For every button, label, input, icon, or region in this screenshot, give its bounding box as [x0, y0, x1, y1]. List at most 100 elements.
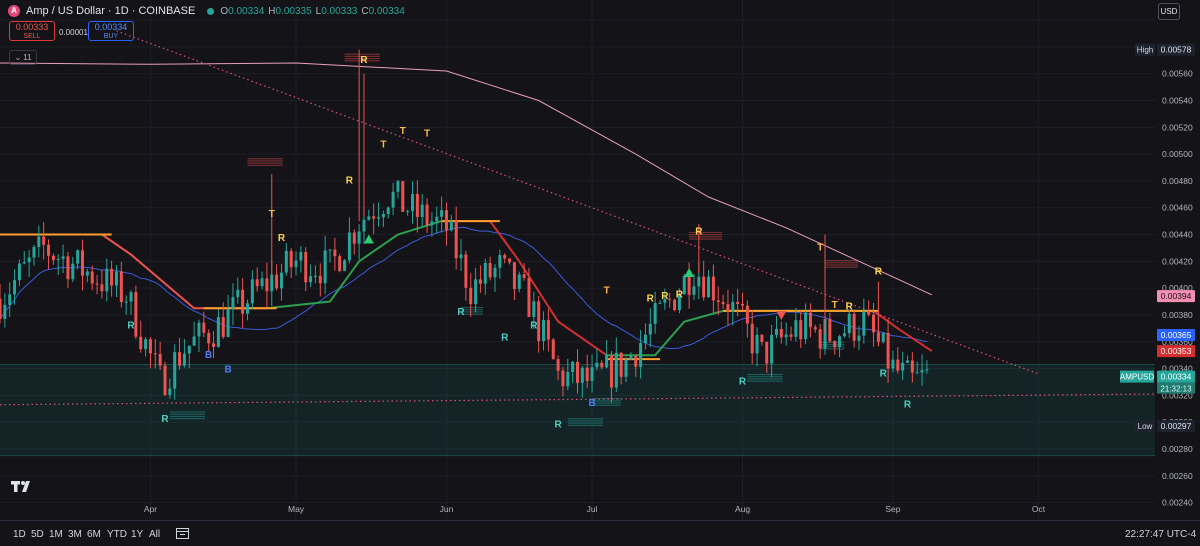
liquidity-stripe [747, 376, 783, 378]
liquidity-stripe [825, 266, 858, 268]
chart-app: { "header": { "symbol": "Amp / US Dollar… [0, 0, 1200, 546]
candle-body [702, 276, 706, 298]
candle-body [168, 388, 172, 395]
timeframe-1y[interactable]: 1Y [131, 529, 143, 540]
price-tick-label: 0.00540 [1162, 96, 1193, 106]
price-chart[interactable]: RRBBTRRRTTTRRRRBTRRRRRTTRRRR 0.005800.00… [0, 0, 1200, 520]
signal-label: R [530, 320, 538, 331]
candle-body [139, 336, 143, 350]
buy-button[interactable]: 0.00334 BUY [88, 21, 134, 41]
candle-body [910, 360, 914, 373]
candle-body [42, 236, 46, 245]
signal-label: B [224, 365, 231, 376]
candle-body [76, 250, 80, 264]
candle-body [745, 305, 749, 324]
candle-body [37, 236, 41, 247]
candle-body [367, 216, 371, 220]
candle-body [158, 354, 162, 366]
candle-body [838, 336, 842, 348]
signal-label: T [380, 139, 386, 150]
candle[interactable] [673, 298, 677, 312]
candle-body [440, 210, 444, 217]
candle-body [449, 220, 453, 231]
calendar-icon[interactable] [176, 527, 189, 539]
candle-body [605, 355, 609, 368]
timeframe-ytd[interactable]: YTD [107, 529, 127, 540]
signal-label: R [501, 332, 509, 343]
candle-body [842, 333, 846, 337]
candle-body [498, 255, 502, 268]
candle-body [804, 312, 808, 340]
candle[interactable] [343, 258, 347, 272]
timeframe-1m[interactable]: 1M [49, 529, 63, 540]
sell-label: SELL [23, 33, 41, 40]
price-tick-label: 0.00560 [1162, 69, 1193, 79]
candle-body [755, 334, 759, 354]
timeframe-all[interactable]: All [149, 529, 160, 540]
candle-body [542, 320, 546, 342]
candle-body [600, 362, 604, 368]
timeframe-5d[interactable]: 5D [31, 529, 44, 540]
candle[interactable] [881, 332, 885, 344]
liquidity-stripe [169, 413, 206, 415]
currency-selector[interactable]: USD [1158, 3, 1180, 20]
candle-body [372, 216, 376, 219]
candle-body [721, 302, 725, 305]
candle-body [760, 334, 764, 342]
liquidity-stripe [747, 380, 783, 382]
ohlc-key: C [361, 5, 369, 17]
candle-body [420, 204, 424, 217]
buy-price: 0.00334 [94, 22, 128, 32]
candle-body [328, 249, 332, 251]
liquidity-stripe [567, 422, 603, 424]
liquidity-stripe [689, 238, 723, 240]
timeframe-3m[interactable]: 3M [68, 529, 82, 540]
low-value: 0.00297 [1161, 421, 1192, 431]
time-tick-label: Jul [587, 504, 598, 514]
low-label: Low [1138, 422, 1153, 431]
indicators-toggle[interactable]: ⌄ 11 [9, 50, 37, 65]
price-tick-label: 0.00280 [1162, 444, 1193, 454]
candle-body [770, 334, 774, 364]
sell-button[interactable]: 0.00333 SELL [9, 21, 55, 41]
liquidity-stripe [247, 164, 283, 166]
candle[interactable] [338, 253, 342, 273]
market-status-icon [207, 7, 215, 15]
candle-body [488, 263, 492, 278]
candle-body [144, 339, 148, 350]
candle-body [27, 257, 31, 263]
candle[interactable] [134, 285, 138, 340]
symbol-title[interactable]: Amp / US Dollar · 1D · COINBASE [26, 5, 195, 17]
liquidity-stripe [689, 236, 723, 238]
candle-body [537, 301, 541, 342]
time-tick-label: Jun [440, 504, 454, 514]
candle-body [173, 352, 177, 389]
symbol-tag: AMPUSD [1120, 373, 1154, 382]
signal-label: R [676, 290, 684, 301]
sell-price: 0.00333 [15, 22, 49, 32]
candle-body [872, 314, 876, 333]
clock[interactable]: 22:27:47 UTC-4 [1125, 529, 1196, 540]
candle-body [56, 258, 60, 261]
candle-body [396, 181, 400, 192]
candle-body [546, 320, 550, 340]
candle-body [323, 250, 327, 284]
timeframe-6m[interactable]: 6M [87, 529, 101, 540]
ohlc-key: O [220, 5, 229, 17]
candle[interactable] [551, 337, 555, 360]
signal-label: B [205, 350, 212, 361]
candle-body [338, 256, 342, 272]
candle-body [595, 362, 599, 368]
liquidity-stripe [820, 348, 845, 350]
spread-value: 0.00001 [59, 28, 88, 37]
signal-label: R [161, 414, 169, 425]
timeframe-1d[interactable]: 1D [13, 529, 26, 540]
candle-body [343, 260, 347, 272]
candle-body [61, 256, 65, 259]
candle-body [289, 250, 293, 268]
candle[interactable] [401, 181, 405, 212]
tradingview-logo-icon[interactable] [11, 481, 33, 493]
candle[interactable] [163, 361, 167, 397]
high-label: High [1137, 46, 1153, 55]
candle-body [425, 204, 429, 226]
